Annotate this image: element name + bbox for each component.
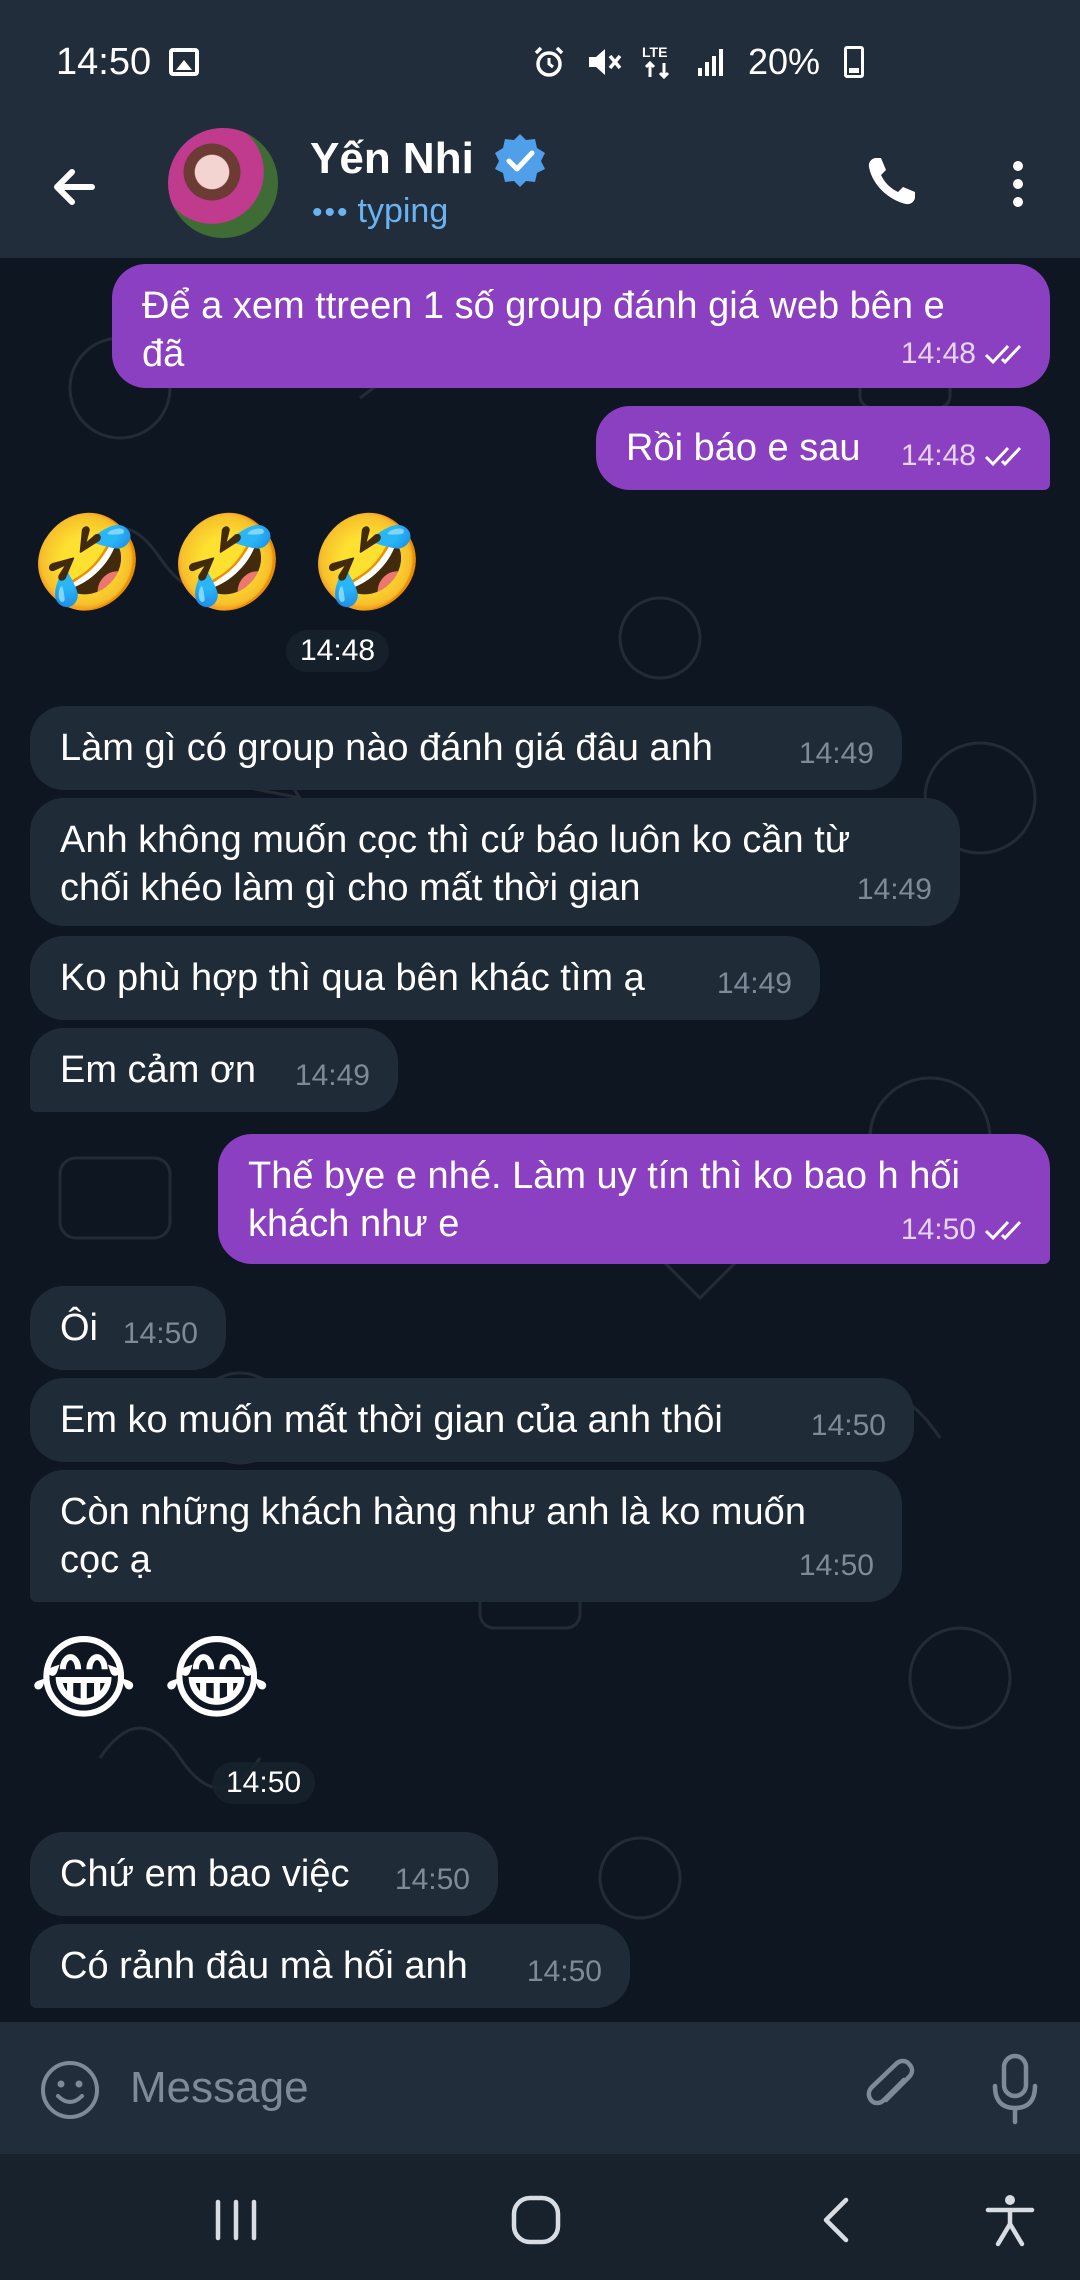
message-meta: 14:49 (717, 960, 792, 1008)
incoming-message[interactable]: Còn những khách hàng như anh là ko muốn … (30, 1470, 902, 1602)
message-text: Để a xem ttreen 1 số group đánh giá web … (142, 285, 945, 327)
message-time: 14:48 (900, 439, 976, 472)
home-icon[interactable] (506, 2192, 566, 2248)
message-meta: 14:50 (799, 1542, 874, 1590)
battery-icon (844, 46, 865, 78)
message-time: 14:48 (900, 337, 976, 370)
smiley-icon[interactable] (38, 2058, 102, 2122)
message-text: cọc ạ (60, 1539, 151, 1581)
message-meta: 14:49 (857, 866, 932, 914)
typing-dots-icon: ••• (312, 196, 350, 229)
double-check-icon (984, 1220, 1022, 1241)
verified-badge-icon (495, 134, 545, 187)
phone-icon[interactable] (862, 152, 922, 212)
incoming-message[interactable]: Em cảm ơn 14:49 (30, 1028, 398, 1112)
message-time: 14:50 (122, 1317, 198, 1350)
message-meta: 14:48 (901, 432, 1030, 480)
microphone-icon[interactable] (990, 2052, 1040, 2128)
incoming-message[interactable]: Ko phù hợp thì qua bên khác tìm ạ 14:49 (30, 936, 820, 1020)
incoming-message[interactable]: Chứ em bao việc 14:50 (30, 1832, 498, 1916)
contact-name[interactable]: Yến Nhi (310, 134, 474, 184)
chat-header: Yến Nhi ••• typing (0, 124, 1080, 258)
status-time: 14:50 (56, 40, 152, 83)
outgoing-message[interactable]: Để a xem ttreen 1 số group đánh giá web … (112, 264, 1050, 388)
message-text: Em ko muốn mất thời gian của anh thôi (60, 1399, 723, 1441)
typing-label: typing (357, 192, 449, 230)
message-time: 14:50 (900, 1213, 976, 1246)
message-time: 14:49 (716, 967, 792, 1000)
typing-status: ••• typing (312, 192, 448, 231)
message-meta: 14:50 (395, 1856, 470, 1904)
accessibility-icon[interactable] (980, 2192, 1040, 2248)
message-time: 14:50 (212, 1762, 316, 1804)
message-time: 14:50 (526, 1955, 602, 1988)
incoming-message[interactable]: Anh không muốn cọc thì cứ báo luôn ko cầ… (30, 798, 960, 926)
mute-icon (589, 49, 622, 75)
message-text: Thế bye e nhé. Làm uy tín thì ko bao h h… (248, 1155, 960, 1197)
message-text: Ko phù hợp thì qua bên khác tìm ạ (60, 957, 645, 999)
message-meta: 14:48 (901, 330, 1030, 378)
message-input[interactable] (130, 2052, 830, 2124)
paperclip-icon[interactable] (862, 2058, 922, 2122)
message-time: 14:50 (798, 1549, 874, 1582)
gallery-notification-icon (169, 48, 200, 76)
double-check-icon (984, 446, 1022, 467)
incoming-message[interactable]: Ôi 14:50 (30, 1286, 226, 1370)
double-check-icon (984, 344, 1022, 365)
message-composer (0, 2022, 1080, 2154)
status-bar: 14:50 LTE 20% (0, 0, 1080, 124)
lte-icon: LTE (642, 44, 670, 80)
message-text: Anh không muốn cọc thì cứ báo luôn ko cầ… (60, 819, 851, 861)
back-chevron-icon[interactable] (808, 2192, 868, 2248)
message-meta: 14:49 (799, 730, 874, 778)
message-time: 14:49 (856, 873, 932, 906)
battery-percentage: 20% (748, 41, 821, 82)
message-text: chối khéo làm gì cho mất thời gian (60, 867, 641, 909)
outgoing-message[interactable]: Thế bye e nhé. Làm uy tín thì ko bao h h… (218, 1134, 1050, 1264)
signal-icon (698, 49, 723, 76)
message-meta: 14:50 (527, 1948, 602, 1996)
message-text: Làm gì có group nào đánh giá đâu anh (60, 727, 713, 769)
message-time: 14:50 (810, 1409, 886, 1442)
avatar[interactable] (168, 128, 278, 238)
svg-text:LTE: LTE (642, 44, 667, 60)
incoming-message[interactable]: Có rảnh đâu mà hối anh 14:50 (30, 1924, 630, 2008)
system-navigation-bar (0, 2154, 1080, 2280)
arrow-left-icon[interactable] (40, 152, 110, 222)
outgoing-message[interactable]: Rồi báo e sau 14:48 (596, 406, 1050, 490)
message-meta: 14:50 (901, 1206, 1030, 1254)
message-time: 14:50 (394, 1863, 470, 1896)
more-vertical-icon[interactable] (1000, 154, 1036, 214)
chat-area[interactable]: Để a xem ttreen 1 số group đánh giá web … (0, 258, 1080, 2022)
incoming-message[interactable]: Em ko muốn mất thời gian của anh thôi 14… (30, 1378, 914, 1462)
incoming-message[interactable]: Làm gì có group nào đánh giá đâu anh 14:… (30, 706, 902, 790)
message-meta: 14:50 (123, 1310, 198, 1358)
message-meta: 14:49 (295, 1052, 370, 1100)
message-time: 14:49 (798, 737, 874, 770)
status-icons: LTE 20% (532, 0, 865, 124)
message-text: đã (142, 333, 185, 375)
message-time: 14:49 (294, 1059, 370, 1092)
emoji-message[interactable]: 😂 😂 (30, 1624, 271, 1734)
alarm-icon (534, 46, 564, 77)
message-meta: 14:50 (811, 1402, 886, 1450)
emoji-message[interactable]: 🤣 🤣 🤣 (30, 508, 425, 618)
message-time: 14:48 (286, 630, 390, 672)
message-text: Có rảnh đâu mà hối anh (60, 1945, 468, 1987)
recents-icon[interactable] (206, 2192, 266, 2248)
message-text: Còn những khách hàng như anh là ko muốn (60, 1491, 806, 1533)
